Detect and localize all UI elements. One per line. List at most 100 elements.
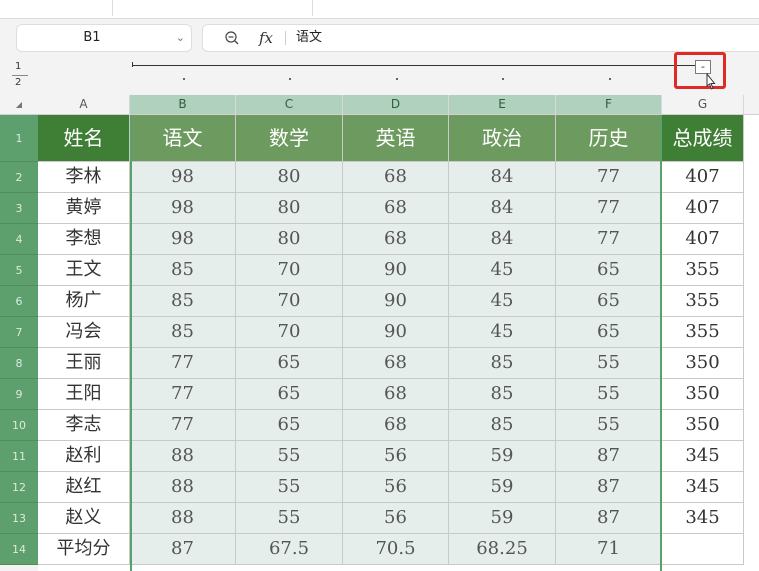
cell-g9[interactable]: 350 bbox=[662, 379, 744, 410]
cell-c10[interactable]: 65 bbox=[236, 410, 343, 441]
cell-c4[interactable]: 80 bbox=[236, 224, 343, 255]
cell-e7[interactable]: 45 bbox=[449, 317, 556, 348]
cell-g13[interactable]: 345 bbox=[662, 503, 744, 534]
cell-g2[interactable]: 407 bbox=[662, 162, 744, 193]
cell-c11[interactable]: 55 bbox=[236, 441, 343, 472]
cell-g6[interactable]: 355 bbox=[662, 286, 744, 317]
row-header[interactable]: 13 bbox=[0, 503, 38, 534]
cell-b6[interactable]: 85 bbox=[130, 286, 236, 317]
cell-e5[interactable]: 45 bbox=[449, 255, 556, 286]
cell-f3[interactable]: 77 bbox=[556, 193, 662, 224]
row-header[interactable]: 11 bbox=[0, 441, 38, 472]
cell-c12[interactable]: 55 bbox=[236, 472, 343, 503]
row-header[interactable]: 4 bbox=[0, 224, 38, 255]
cell-f4[interactable]: 77 bbox=[556, 224, 662, 255]
cell-c1[interactable]: 数学 bbox=[236, 115, 343, 162]
cell-a1[interactable]: 姓名 bbox=[38, 115, 130, 162]
cell-a2[interactable]: 李林 bbox=[38, 162, 130, 193]
cell-f10[interactable]: 55 bbox=[556, 410, 662, 441]
column-header-f[interactable]: F bbox=[556, 95, 662, 114]
cell-b2[interactable]: 98 bbox=[130, 162, 236, 193]
cell-b14[interactable]: 87 bbox=[130, 534, 236, 565]
cell-a11[interactable]: 赵利 bbox=[38, 441, 130, 472]
cell-c7[interactable]: 70 bbox=[236, 317, 343, 348]
cell-b8[interactable]: 77 bbox=[130, 348, 236, 379]
row-header[interactable]: 1 bbox=[0, 115, 38, 162]
cell-e11[interactable]: 59 bbox=[449, 441, 556, 472]
cell-b7[interactable]: 85 bbox=[130, 317, 236, 348]
cell-b11[interactable]: 88 bbox=[130, 441, 236, 472]
cell-b13[interactable]: 88 bbox=[130, 503, 236, 534]
cell-g11[interactable]: 345 bbox=[662, 441, 744, 472]
cell-c3[interactable]: 80 bbox=[236, 193, 343, 224]
cell-a4[interactable]: 李想 bbox=[38, 224, 130, 255]
cell-b10[interactable]: 77 bbox=[130, 410, 236, 441]
cell-d5[interactable]: 90 bbox=[343, 255, 449, 286]
cell-f5[interactable]: 65 bbox=[556, 255, 662, 286]
cell-d7[interactable]: 90 bbox=[343, 317, 449, 348]
cell-e4[interactable]: 84 bbox=[449, 224, 556, 255]
row-header[interactable]: 12 bbox=[0, 472, 38, 503]
cell-a12[interactable]: 赵红 bbox=[38, 472, 130, 503]
cell-d6[interactable]: 90 bbox=[343, 286, 449, 317]
cell-d1[interactable]: 英语 bbox=[343, 115, 449, 162]
cell-c13[interactable]: 55 bbox=[236, 503, 343, 534]
cell-a6[interactable]: 杨广 bbox=[38, 286, 130, 317]
cell-f1[interactable]: 历史 bbox=[556, 115, 662, 162]
cell-e8[interactable]: 85 bbox=[449, 348, 556, 379]
cell-c6[interactable]: 70 bbox=[236, 286, 343, 317]
cell-b3[interactable]: 98 bbox=[130, 193, 236, 224]
cell-f12[interactable]: 87 bbox=[556, 472, 662, 503]
row-header[interactable]: 9 bbox=[0, 379, 38, 410]
cell-a8[interactable]: 王丽 bbox=[38, 348, 130, 379]
cell-f9[interactable]: 55 bbox=[556, 379, 662, 410]
cell-g4[interactable]: 407 bbox=[662, 224, 744, 255]
column-header-c[interactable]: C bbox=[236, 95, 343, 114]
cell-f7[interactable]: 65 bbox=[556, 317, 662, 348]
cell-g1[interactable]: 总成绩 bbox=[662, 115, 744, 162]
cell-d14[interactable]: 70.5 bbox=[343, 534, 449, 565]
column-header-e[interactable]: E bbox=[449, 95, 556, 114]
cell-c5[interactable]: 70 bbox=[236, 255, 343, 286]
cell-b4[interactable]: 98 bbox=[130, 224, 236, 255]
cell-d11[interactable]: 56 bbox=[343, 441, 449, 472]
cell-d9[interactable]: 68 bbox=[343, 379, 449, 410]
cell-c9[interactable]: 65 bbox=[236, 379, 343, 410]
cell-a7[interactable]: 冯会 bbox=[38, 317, 130, 348]
row-header[interactable]: 6 bbox=[0, 286, 38, 317]
cell-a9[interactable]: 王阳 bbox=[38, 379, 130, 410]
cell-g3[interactable]: 407 bbox=[662, 193, 744, 224]
cell-e9[interactable]: 85 bbox=[449, 379, 556, 410]
cell-c14[interactable]: 67.5 bbox=[236, 534, 343, 565]
function-icon[interactable]: fx bbox=[259, 25, 273, 51]
column-header-b[interactable]: B bbox=[130, 95, 236, 114]
cell-d4[interactable]: 68 bbox=[343, 224, 449, 255]
cell-d13[interactable]: 56 bbox=[343, 503, 449, 534]
row-header[interactable]: 2 bbox=[0, 162, 38, 193]
cell-a14[interactable]: 平均分 bbox=[38, 534, 130, 565]
cell-a13[interactable]: 赵义 bbox=[38, 503, 130, 534]
chevron-down-icon[interactable]: ⌄ bbox=[176, 25, 185, 51]
outline-level-2-button[interactable]: 2 bbox=[15, 77, 21, 88]
cell-d2[interactable]: 68 bbox=[343, 162, 449, 193]
cell-g8[interactable]: 350 bbox=[662, 348, 744, 379]
row-header[interactable]: 10 bbox=[0, 410, 38, 441]
cell-f2[interactable]: 77 bbox=[556, 162, 662, 193]
cell-e14[interactable]: 68.25 bbox=[449, 534, 556, 565]
column-header-g[interactable]: G bbox=[662, 95, 744, 114]
cell-g14[interactable] bbox=[662, 534, 744, 565]
row-header[interactable]: 14 bbox=[0, 534, 38, 565]
column-header-d[interactable]: D bbox=[343, 95, 449, 114]
row-header[interactable]: 3 bbox=[0, 193, 38, 224]
outline-level-1-button[interactable]: 1 bbox=[15, 61, 21, 72]
cell-d10[interactable]: 68 bbox=[343, 410, 449, 441]
cell-f13[interactable]: 87 bbox=[556, 503, 662, 534]
cell-e6[interactable]: 45 bbox=[449, 286, 556, 317]
name-box[interactable]: B1 ⌄ bbox=[16, 24, 192, 52]
cell-c2[interactable]: 80 bbox=[236, 162, 343, 193]
cell-f14[interactable]: 71 bbox=[556, 534, 662, 565]
cell-b1[interactable]: 语文 bbox=[130, 115, 236, 162]
cell-e2[interactable]: 84 bbox=[449, 162, 556, 193]
cell-g7[interactable]: 355 bbox=[662, 317, 744, 348]
cell-g10[interactable]: 350 bbox=[662, 410, 744, 441]
